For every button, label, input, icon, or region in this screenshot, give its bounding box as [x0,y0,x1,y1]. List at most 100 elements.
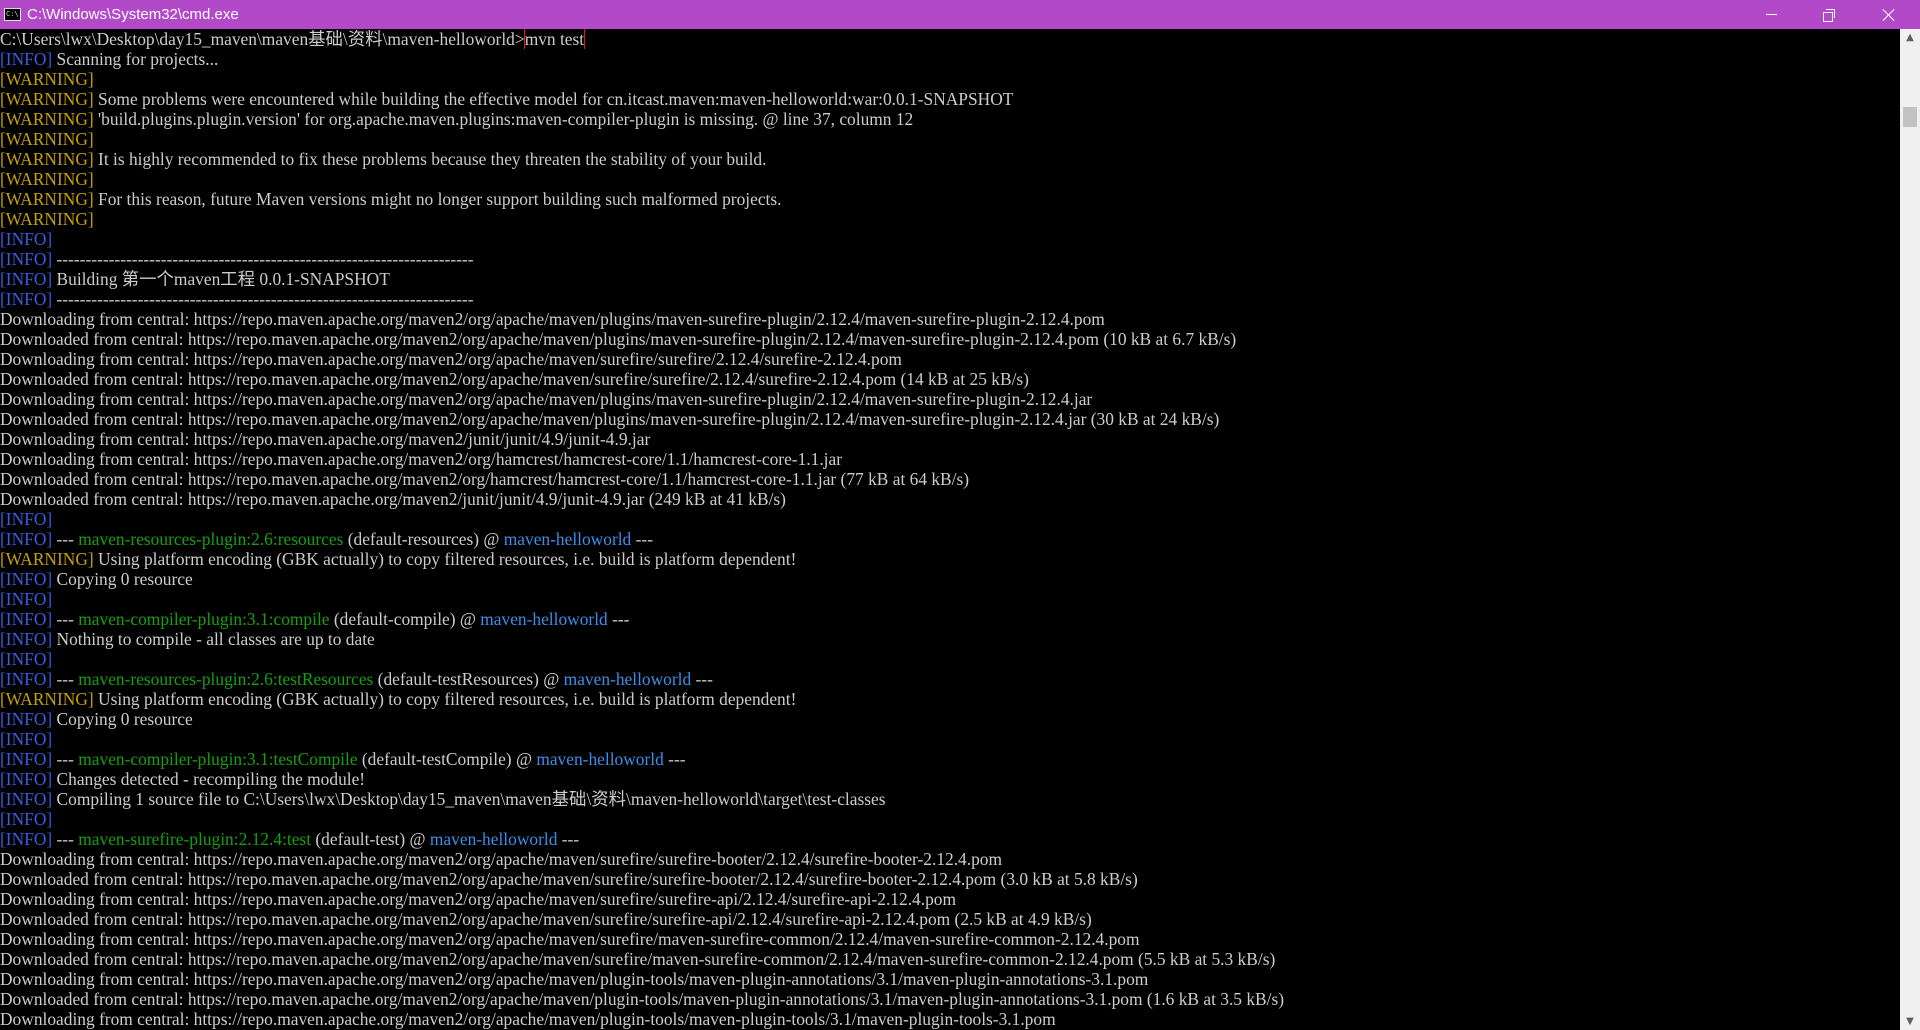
window-title: C:\Windows\System32\cmd.exe [27,6,239,23]
line-text: Downloading from central: https://repo.m… [0,389,1093,409]
warning-tag: [WARNING] [0,109,94,129]
line-text: Downloaded from central: https://repo.ma… [0,409,1220,429]
console-line: [INFO] ---------------------------------… [0,249,1900,269]
scroll-up-icon[interactable]: ▲ [1900,29,1920,46]
console-line: [WARNING] [0,169,1900,189]
close-icon [1882,8,1896,22]
line-text: Using platform encoding (GBK actually) t… [93,549,797,569]
console-line: Downloading from central: https://repo.m… [0,429,1900,449]
project-name: maven-helloworld [429,829,558,849]
console-line: [INFO] [0,229,1900,249]
line-text: (default-compile) @ [329,609,481,629]
console-line: [INFO] --- maven-compiler-plugin:3.1:tes… [0,749,1900,769]
line-text: Using platform encoding (GBK actually) t… [93,689,797,709]
console-line: Downloaded from central: https://repo.ma… [0,869,1900,889]
info-tag: [INFO] [0,49,53,69]
project-name: maven-helloworld [536,749,664,769]
line-text: Some problems were encountered while bui… [93,89,1014,109]
console-line: [WARNING] Some problems were encountered… [0,89,1900,109]
warning-tag: [WARNING] [0,69,94,89]
line-text: Copying 0 resource [52,709,193,729]
console-line: [INFO] Building 第一个maven工程 0.0.1-SNAPSHO… [0,269,1900,289]
restore-button[interactable] [1800,0,1858,29]
line-text: Nothing to compile - all classes are up … [52,629,375,649]
vertical-scrollbar[interactable]: ▲ ▼ [1900,29,1920,1030]
info-tag: [INFO] [0,509,53,529]
warning-tag: [WARNING] [0,189,94,209]
info-tag: [INFO] [0,569,53,589]
prompt-line: C:\Users\lwx\Desktop\day15_maven\maven基础… [0,29,1900,49]
line-text: --- [52,669,79,689]
warning-tag: [WARNING] [0,209,94,229]
project-name: maven-helloworld [480,609,608,629]
plugin-goal: maven-compiler-plugin:3.1:compile [78,609,330,629]
cmd-app-icon: C:\ [4,8,21,21]
console-line: Downloading from central: https://repo.m… [0,309,1900,329]
scroll-down-icon[interactable]: ▼ [1900,1013,1920,1030]
line-text: --- [631,529,653,549]
scrollbar-thumb[interactable] [1903,107,1917,127]
console-line: [INFO] Nothing to compile - all classes … [0,629,1900,649]
line-text: Downloaded from central: https://repo.ma… [0,949,1276,969]
prompt-path: C:\Users\lwx\Desktop\day15_maven\maven基础… [0,29,525,49]
line-text: Downloading from central: https://repo.m… [0,969,1149,989]
line-text: (default-resources) @ [343,529,504,549]
warning-tag: [WARNING] [0,549,94,569]
console-line: [INFO] ---------------------------------… [0,289,1900,309]
console-line: [INFO] [0,809,1900,829]
minimize-icon [1765,14,1777,15]
info-tag: [INFO] [0,229,53,249]
line-text: (default-testResources) @ [373,669,564,689]
close-button[interactable] [1858,0,1920,29]
console-line: [INFO] Scanning for projects... [0,49,1900,69]
warning-tag: [WARNING] [0,149,94,169]
console-output[interactable]: C:\Users\lwx\Desktop\day15_maven\maven基础… [0,29,1900,1030]
console-line: [WARNING] Using platform encoding (GBK a… [0,549,1900,569]
info-tag: [INFO] [0,749,53,769]
title-bar[interactable]: C:\ C:\Windows\System32\cmd.exe [0,0,1920,29]
console-line: [WARNING] 'build.plugins.plugin.version'… [0,109,1900,129]
line-text: Downloading from central: https://repo.m… [0,449,843,469]
info-tag: [INFO] [0,649,53,669]
line-text: Downloading from central: https://repo.m… [0,929,1140,949]
info-tag: [INFO] [0,609,53,629]
line-text: Compiling 1 source file to C:\Users\lwx\… [52,789,886,809]
console-line: Downloaded from central: https://repo.ma… [0,989,1900,1009]
console-line: Downloading from central: https://repo.m… [0,389,1900,409]
info-tag: [INFO] [0,289,53,309]
info-tag: [INFO] [0,669,53,689]
line-text: (default-testCompile) @ [357,749,537,769]
info-tag: [INFO] [0,709,53,729]
line-text: Downloaded from central: https://repo.ma… [0,869,1138,889]
line-text: --- [557,829,580,849]
line-text: --- [663,749,686,769]
console-line: [INFO] --- maven-surefire-plugin:2.12.4:… [0,829,1900,849]
plugin-goal: maven-surefire-plugin:2.12.4:test [78,829,312,849]
console-line: [INFO] Copying 0 resource [0,569,1900,589]
info-tag: [INFO] [0,809,53,829]
console-line: [INFO] [0,729,1900,749]
line-text: For this reason, future Maven versions m… [93,189,782,209]
warning-tag: [WARNING] [0,89,94,109]
console-line: Downloading from central: https://repo.m… [0,449,1900,469]
line-text: --- [52,749,79,769]
console-line: [INFO] Compiling 1 source file to C:\Use… [0,789,1900,809]
line-text: Downloading from central: https://repo.m… [0,309,1105,329]
line-text: Scanning for projects... [52,49,219,69]
typed-command: mvn test [523,29,586,49]
warning-tag: [WARNING] [0,169,94,189]
info-tag: [INFO] [0,529,53,549]
line-text: Changes detected - recompiling the modul… [52,769,366,789]
line-text: --- [52,529,79,549]
console-line: Downloaded from central: https://repo.ma… [0,369,1900,389]
line-text: 'build.plugins.plugin.version' for org.a… [93,109,914,129]
info-tag: [INFO] [0,789,53,809]
console-line: Downloaded from central: https://repo.ma… [0,909,1900,929]
minimize-button[interactable] [1742,0,1800,29]
console-line: Downloaded from central: https://repo.ma… [0,949,1900,969]
console-line: [INFO] --- maven-resources-plugin:2.6:te… [0,669,1900,689]
line-text: It is highly recommended to fix these pr… [93,149,767,169]
console-line: Downloaded from central: https://repo.ma… [0,409,1900,429]
info-tag: [INFO] [0,829,53,849]
line-text: --- [52,609,79,629]
